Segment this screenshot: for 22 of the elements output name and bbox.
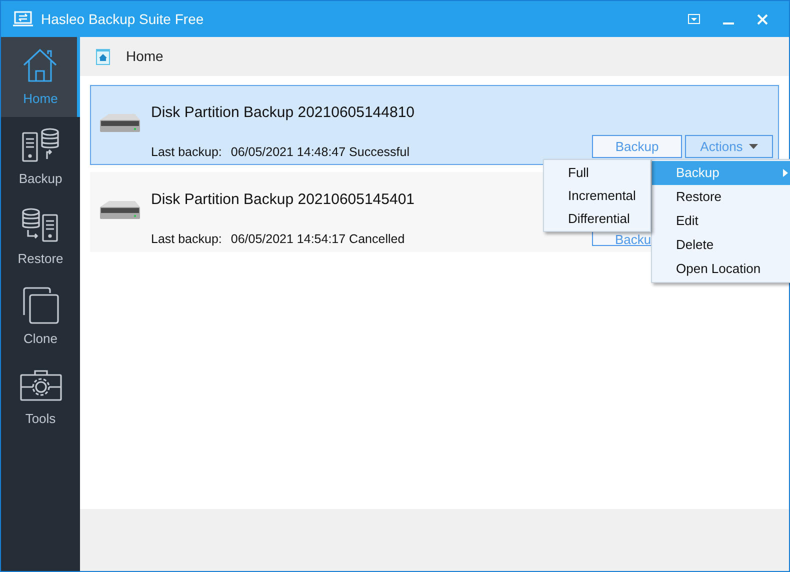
menu-item[interactable]: Open Location (652, 257, 790, 281)
sidebar-item[interactable]: Home (1, 37, 80, 117)
last-backup-value: 06/05/2021 14:54:17 Cancelled (230, 230, 405, 248)
breadcrumb: Home (126, 47, 164, 66)
last-backup-label: Last backup: (151, 144, 222, 161)
menu-item[interactable]: Incremental (544, 184, 650, 207)
backup-name: Disk Partition Backup 20210605145401 (151, 190, 415, 210)
close-icon (756, 14, 768, 24)
last-backup-value: 06/05/2021 14:48:47 Successful (230, 144, 410, 160)
window-title: Hasleo Backup Suite Free (41, 10, 204, 29)
backup-name: Disk Partition Backup 20210605144810 (151, 103, 415, 123)
sidebar-item[interactable]: Backup (1, 117, 80, 197)
sidebar-item[interactable]: Restore (1, 197, 80, 277)
sidebar-item[interactable]: Tools (1, 357, 80, 437)
sidebar-item[interactable]: Clone (1, 277, 80, 357)
menu-item[interactable]: Differential (544, 207, 650, 230)
minimize-icon (722, 22, 734, 24)
caret-icon (748, 144, 758, 149)
home-icon (96, 48, 110, 64)
app-logo-icon (13, 11, 33, 27)
last-backup-label: Last backup: (151, 230, 222, 248)
dropdown-icon (688, 14, 700, 24)
